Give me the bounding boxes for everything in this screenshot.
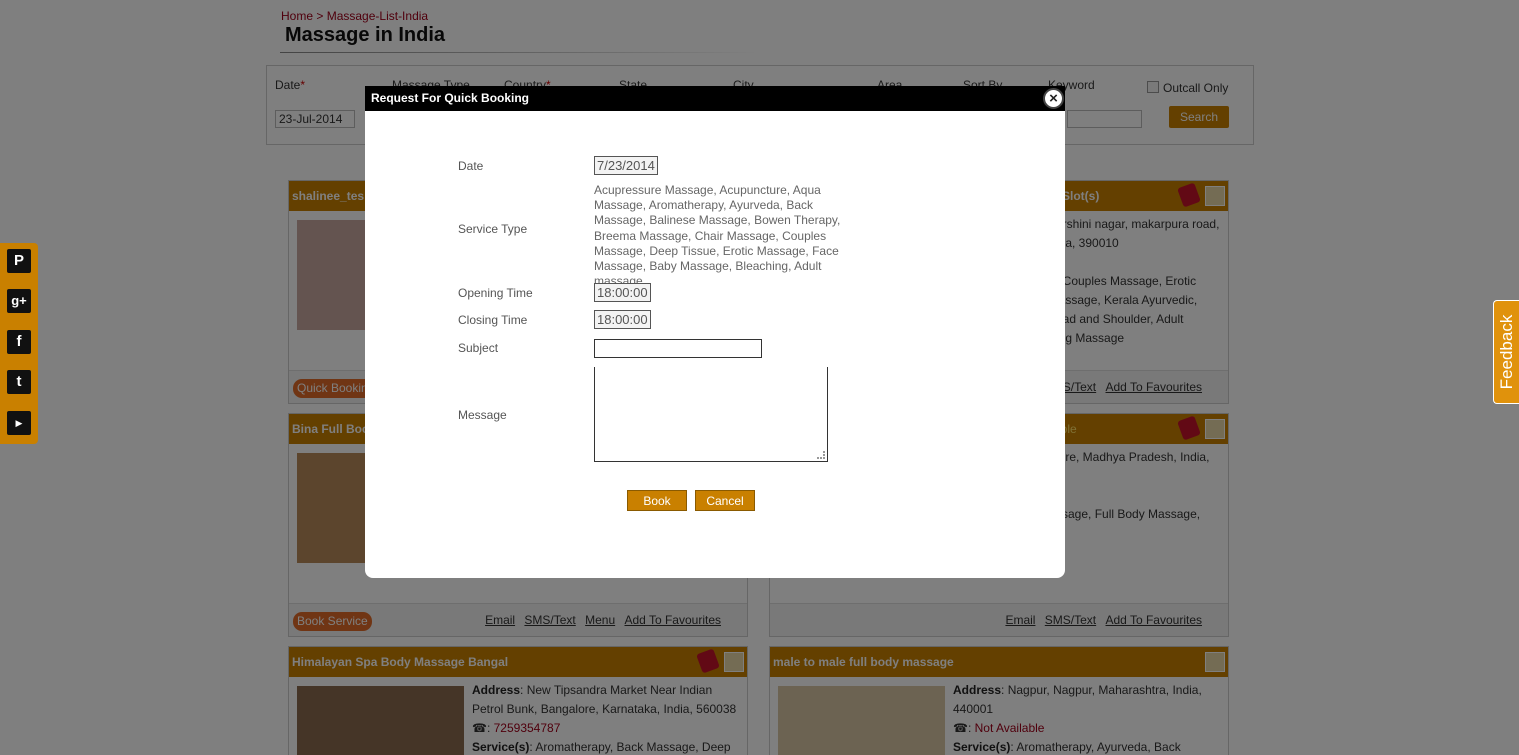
message-textarea[interactable] (594, 367, 828, 462)
service-type-value: Acupressure Massage, Acupuncture, Aqua M… (594, 183, 841, 289)
resize-grip-icon[interactable] (817, 451, 825, 459)
subject-input[interactable] (594, 339, 762, 358)
subject-label: Subject (458, 341, 499, 355)
book-button[interactable]: Book (627, 490, 687, 511)
date-field[interactable]: 7/23/2014 (594, 156, 658, 175)
dialog-title: Request For Quick Booking (365, 86, 1065, 111)
opening-time-label: Opening Time (458, 286, 533, 300)
quick-booking-dialog: Request For Quick Booking × Date 7/23/20… (365, 86, 1065, 578)
closing-time-field[interactable]: 18:00:00 (594, 310, 651, 329)
date-label: Date (458, 159, 484, 173)
pinterest-icon[interactable]: P (7, 249, 31, 273)
feedback-label: Feedback (1496, 314, 1516, 390)
message-label: Message (458, 408, 507, 422)
cancel-button[interactable]: Cancel (695, 490, 755, 511)
google-plus-icon[interactable]: g+ (7, 289, 31, 313)
social-bar: P g+ f t ▶ (0, 243, 38, 444)
opening-time-field[interactable]: 18:00:00 (594, 283, 651, 302)
facebook-icon[interactable]: f (7, 330, 31, 354)
feedback-tab[interactable]: Feedback (1493, 300, 1519, 404)
youtube-icon[interactable]: ▶ (7, 411, 31, 435)
closing-time-label: Closing Time (458, 313, 528, 327)
service-type-label: Service Type (458, 222, 528, 236)
twitter-icon[interactable]: t (7, 370, 31, 394)
close-icon[interactable]: × (1043, 88, 1064, 109)
